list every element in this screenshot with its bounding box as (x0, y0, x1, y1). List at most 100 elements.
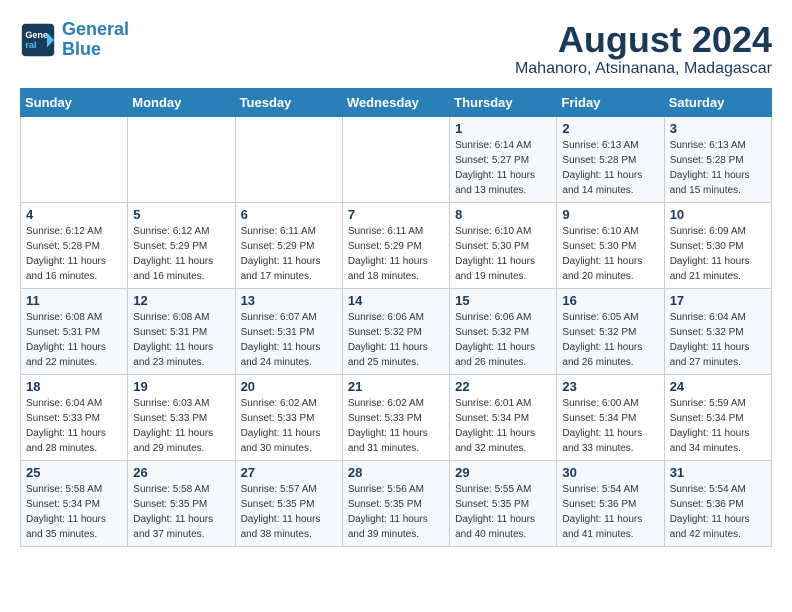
calendar-day-cell (21, 116, 128, 202)
calendar-body: 1 Sunrise: 6:14 AMSunset: 5:27 PMDaylight… (21, 116, 772, 546)
calendar-day-cell: 22Sunrise: 6:01 AMSunset: 5:34 PMDayligh… (450, 374, 557, 460)
calendar-day-cell: 8Sunrise: 6:10 AMSunset: 5:30 PMDaylight… (450, 202, 557, 288)
day-info: Sunrise: 6:09 AMSunset: 5:30 PMDaylight:… (670, 224, 766, 284)
calendar-week-row: 25 Sunrise: 5:58 AMSunset: 5:34 PMDayligh… (21, 460, 772, 546)
calendar-day-cell: 30 Sunrise: 5:54 AMSunset: 5:36 PMDayligh… (557, 460, 664, 546)
page-header: Gene ral General Blue August 2024 Mahano… (20, 20, 772, 78)
day-info: Sunrise: 5:55 AMSunset: 5:35 PMDaylight:… (455, 482, 551, 542)
svg-text:ral: ral (25, 40, 36, 50)
day-info: Sunrise: 6:02 AMSunset: 5:33 PMDaylight:… (348, 396, 444, 456)
svg-text:Gene: Gene (25, 30, 48, 40)
logo-icon: Gene ral (20, 22, 56, 58)
day-of-week-header: Saturday (664, 88, 771, 116)
day-number: 17 (670, 293, 766, 308)
day-of-week-header: Monday (128, 88, 235, 116)
logo-text: General Blue (62, 20, 129, 60)
day-info: Sunrise: 6:06 AMSunset: 5:32 PMDaylight:… (455, 310, 551, 370)
calendar-day-cell: 20Sunrise: 6:02 AMSunset: 5:33 PMDayligh… (235, 374, 342, 460)
calendar-day-cell: 16 Sunrise: 6:05 AMSunset: 5:32 PMDayligh… (557, 288, 664, 374)
calendar-day-cell: 12 Sunrise: 6:08 AMSunset: 5:31 PMDayligh… (128, 288, 235, 374)
day-number: 28 (348, 465, 444, 480)
day-number: 19 (133, 379, 229, 394)
calendar-day-cell: 27Sunrise: 5:57 AMSunset: 5:35 PMDayligh… (235, 460, 342, 546)
calendar-day-cell: 9 Sunrise: 6:10 AMSunset: 5:30 PMDaylight… (557, 202, 664, 288)
calendar-day-cell (235, 116, 342, 202)
calendar-day-cell: 4 Sunrise: 6:12 AMSunset: 5:28 PMDaylight… (21, 202, 128, 288)
day-number: 4 (26, 207, 122, 222)
day-number: 9 (562, 207, 658, 222)
day-number: 13 (241, 293, 337, 308)
day-number: 5 (133, 207, 229, 222)
days-of-week-row: SundayMondayTuesdayWednesdayThursdayFrid… (21, 88, 772, 116)
day-info: Sunrise: 6:12 AMSunset: 5:29 PMDaylight:… (133, 224, 229, 284)
calendar-table: SundayMondayTuesdayWednesdayThursdayFrid… (20, 88, 772, 547)
logo: Gene ral General Blue (20, 20, 129, 60)
calendar-day-cell: 17 Sunrise: 6:04 AMSunset: 5:32 PMDayligh… (664, 288, 771, 374)
day-number: 24 (670, 379, 766, 394)
calendar-day-cell: 21 Sunrise: 6:02 AMSunset: 5:33 PMDayligh… (342, 374, 449, 460)
calendar-day-cell: 7Sunrise: 6:11 AMSunset: 5:29 PMDaylight… (342, 202, 449, 288)
calendar-day-cell: 31 Sunrise: 5:54 AMSunset: 5:36 PMDayligh… (664, 460, 771, 546)
day-number: 26 (133, 465, 229, 480)
day-info: Sunrise: 6:10 AMSunset: 5:30 PMDaylight:… (455, 224, 551, 284)
calendar-day-cell: 25 Sunrise: 5:58 AMSunset: 5:34 PMDayligh… (21, 460, 128, 546)
calendar-day-cell: 18Sunrise: 6:04 AMSunset: 5:33 PMDayligh… (21, 374, 128, 460)
day-info: Sunrise: 6:02 AMSunset: 5:33 PMDaylight:… (241, 396, 337, 456)
day-info: Sunrise: 6:13 AMSunset: 5:28 PMDaylight:… (670, 138, 766, 198)
calendar-subtitle: Mahanoro, Atsinanana, Madagascar (515, 60, 772, 78)
day-info: Sunrise: 6:03 AMSunset: 5:33 PMDaylight:… (133, 396, 229, 456)
day-info: Sunrise: 6:08 AMSunset: 5:31 PMDaylight:… (133, 310, 229, 370)
day-number: 2 (562, 121, 658, 136)
calendar-day-cell: 11Sunrise: 6:08 AMSunset: 5:31 PMDayligh… (21, 288, 128, 374)
day-number: 30 (562, 465, 658, 480)
day-info: Sunrise: 6:00 AMSunset: 5:34 PMDaylight:… (562, 396, 658, 456)
day-info: Sunrise: 6:11 AMSunset: 5:29 PMDaylight:… (348, 224, 444, 284)
calendar-day-cell: 14 Sunrise: 6:06 AMSunset: 5:32 PMDayligh… (342, 288, 449, 374)
calendar-day-cell: 23Sunrise: 6:00 AMSunset: 5:34 PMDayligh… (557, 374, 664, 460)
day-info: Sunrise: 6:13 AMSunset: 5:28 PMDaylight:… (562, 138, 658, 198)
day-info: Sunrise: 6:04 AMSunset: 5:33 PMDaylight:… (26, 396, 122, 456)
calendar-week-row: 4 Sunrise: 6:12 AMSunset: 5:28 PMDaylight… (21, 202, 772, 288)
calendar-day-cell: 29Sunrise: 5:55 AMSunset: 5:35 PMDayligh… (450, 460, 557, 546)
calendar-day-cell (342, 116, 449, 202)
day-info: Sunrise: 6:01 AMSunset: 5:34 PMDaylight:… (455, 396, 551, 456)
day-info: Sunrise: 6:10 AMSunset: 5:30 PMDaylight:… (562, 224, 658, 284)
day-number: 1 (455, 121, 551, 136)
day-info: Sunrise: 6:14 AMSunset: 5:27 PMDaylight:… (455, 138, 551, 198)
day-info: Sunrise: 6:11 AMSunset: 5:29 PMDaylight:… (241, 224, 337, 284)
day-info: Sunrise: 5:59 AMSunset: 5:34 PMDaylight:… (670, 396, 766, 456)
logo-general-text: General (62, 19, 129, 39)
calendar-day-cell: 2 Sunrise: 6:13 AMSunset: 5:28 PMDaylight… (557, 116, 664, 202)
calendar-day-cell (128, 116, 235, 202)
day-info: Sunrise: 6:07 AMSunset: 5:31 PMDaylight:… (241, 310, 337, 370)
day-number: 14 (348, 293, 444, 308)
calendar-week-row: 1 Sunrise: 6:14 AMSunset: 5:27 PMDaylight… (21, 116, 772, 202)
day-of-week-header: Tuesday (235, 88, 342, 116)
day-of-week-header: Friday (557, 88, 664, 116)
day-info: Sunrise: 6:08 AMSunset: 5:31 PMDaylight:… (26, 310, 122, 370)
day-info: Sunrise: 6:06 AMSunset: 5:32 PMDaylight:… (348, 310, 444, 370)
day-info: Sunrise: 5:54 AMSunset: 5:36 PMDaylight:… (562, 482, 658, 542)
calendar-day-cell: 24 Sunrise: 5:59 AMSunset: 5:34 PMDayligh… (664, 374, 771, 460)
calendar-week-row: 11Sunrise: 6:08 AMSunset: 5:31 PMDayligh… (21, 288, 772, 374)
day-number: 16 (562, 293, 658, 308)
day-info: Sunrise: 6:05 AMSunset: 5:32 PMDaylight:… (562, 310, 658, 370)
calendar-day-cell: 10Sunrise: 6:09 AMSunset: 5:30 PMDayligh… (664, 202, 771, 288)
day-info: Sunrise: 5:58 AMSunset: 5:34 PMDaylight:… (26, 482, 122, 542)
day-of-week-header: Sunday (21, 88, 128, 116)
calendar-week-row: 18Sunrise: 6:04 AMSunset: 5:33 PMDayligh… (21, 374, 772, 460)
day-number: 27 (241, 465, 337, 480)
day-number: 25 (26, 465, 122, 480)
day-info: Sunrise: 6:12 AMSunset: 5:28 PMDaylight:… (26, 224, 122, 284)
day-number: 21 (348, 379, 444, 394)
calendar-title: August 2024 (515, 20, 772, 60)
day-number: 12 (133, 293, 229, 308)
day-of-week-header: Wednesday (342, 88, 449, 116)
day-info: Sunrise: 5:54 AMSunset: 5:36 PMDaylight:… (670, 482, 766, 542)
day-info: Sunrise: 6:04 AMSunset: 5:32 PMDaylight:… (670, 310, 766, 370)
calendar-day-cell: 26Sunrise: 5:58 AMSunset: 5:35 PMDayligh… (128, 460, 235, 546)
calendar-day-cell: 6Sunrise: 6:11 AMSunset: 5:29 PMDaylight… (235, 202, 342, 288)
day-number: 31 (670, 465, 766, 480)
calendar-day-cell: 5 Sunrise: 6:12 AMSunset: 5:29 PMDaylight… (128, 202, 235, 288)
calendar-day-cell: 19 Sunrise: 6:03 AMSunset: 5:33 PMDayligh… (128, 374, 235, 460)
